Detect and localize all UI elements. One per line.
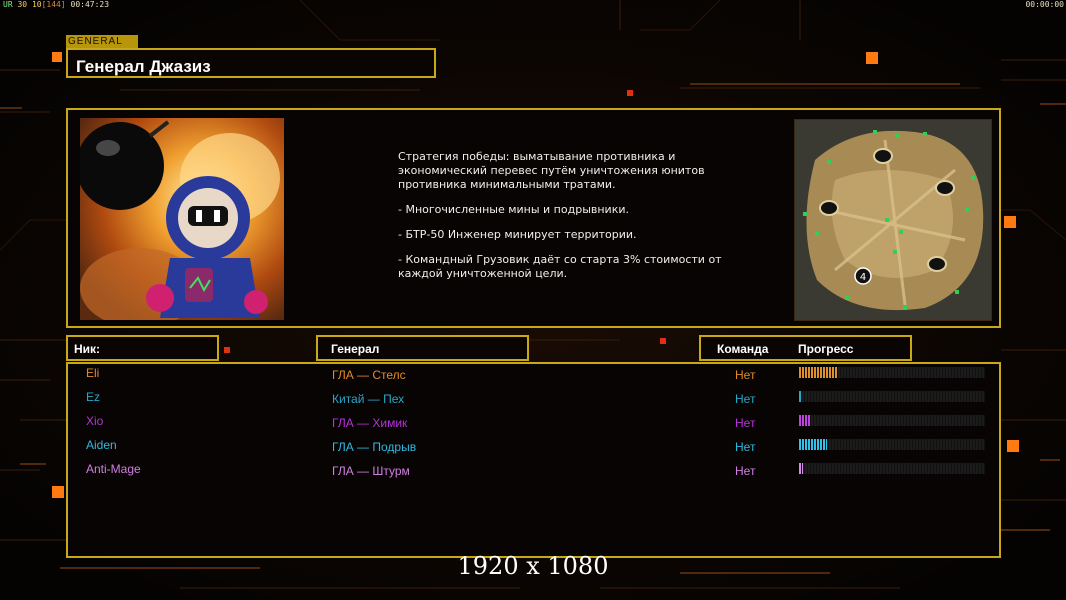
player-nick: Eli <box>86 366 100 380</box>
progress-fill <box>799 415 810 426</box>
player-general: ГЛА — Химик <box>332 416 408 430</box>
decor-square <box>1007 440 1019 452</box>
bomberman-portrait-icon <box>80 118 284 320</box>
player-general: Китай — Пех <box>332 392 405 406</box>
player-team[interactable]: Нет <box>735 368 755 382</box>
decor-square <box>224 347 230 353</box>
progress-fill <box>799 439 827 450</box>
resolution-label: 1920 x 1080 <box>457 552 609 580</box>
player-nick: Anti-Mage <box>86 462 141 476</box>
game-timer: 00:00:00 <box>1025 0 1064 9</box>
fps-counter: UR 30 10[144] 00:47:23 <box>3 0 110 9</box>
general-header: Генерал <box>331 342 380 356</box>
player-nick: Ez <box>86 390 101 404</box>
general-tab-label: GENERAL <box>66 35 138 48</box>
minimap-icon: 4 <box>794 119 992 321</box>
player-team[interactable]: Нет <box>735 464 755 478</box>
progress-fill <box>799 367 838 378</box>
general-description: Стратегия победы: выматывание противника… <box>398 150 728 292</box>
player-nick: Xio <box>86 414 104 428</box>
nick-header: Ник: <box>74 342 101 356</box>
description-line: - БТР-50 Инженер минирует территории. <box>398 228 637 241</box>
decor-square <box>52 486 64 498</box>
progress-bar <box>799 463 985 474</box>
decor-square <box>866 52 878 64</box>
progress-header: Прогресс <box>798 342 854 356</box>
minimap-marker: 4 <box>860 272 866 283</box>
player-general: ГЛА — Стелс <box>332 368 406 382</box>
progress-fill <box>799 463 803 474</box>
progress-bar <box>799 415 985 426</box>
description-line: - Многочисленные мины и подрывники. <box>398 203 629 216</box>
progress-bar <box>799 439 985 450</box>
team-header: Команда <box>717 342 769 356</box>
player-general: ГЛА — Подрыв <box>332 440 417 454</box>
player-general: ГЛА — Штурм <box>332 464 410 478</box>
player-nick: Aiden <box>86 438 117 452</box>
progress-bar <box>799 391 985 402</box>
decor-square <box>52 52 62 62</box>
decor-square <box>660 338 666 344</box>
progress-fill <box>799 391 801 402</box>
player-team[interactable]: Нет <box>735 416 755 430</box>
description-line: - Командный Грузовик даёт со старта 3% с… <box>398 253 722 280</box>
decor-square <box>627 90 633 96</box>
player-team[interactable]: Нет <box>735 392 755 406</box>
progress-bar <box>799 367 985 378</box>
description-line: Стратегия победы: выматывание противника… <box>398 150 705 191</box>
general-name: Генерал Джазиз <box>76 57 211 76</box>
player-team[interactable]: Нет <box>735 440 755 454</box>
decor-square <box>1004 216 1016 228</box>
